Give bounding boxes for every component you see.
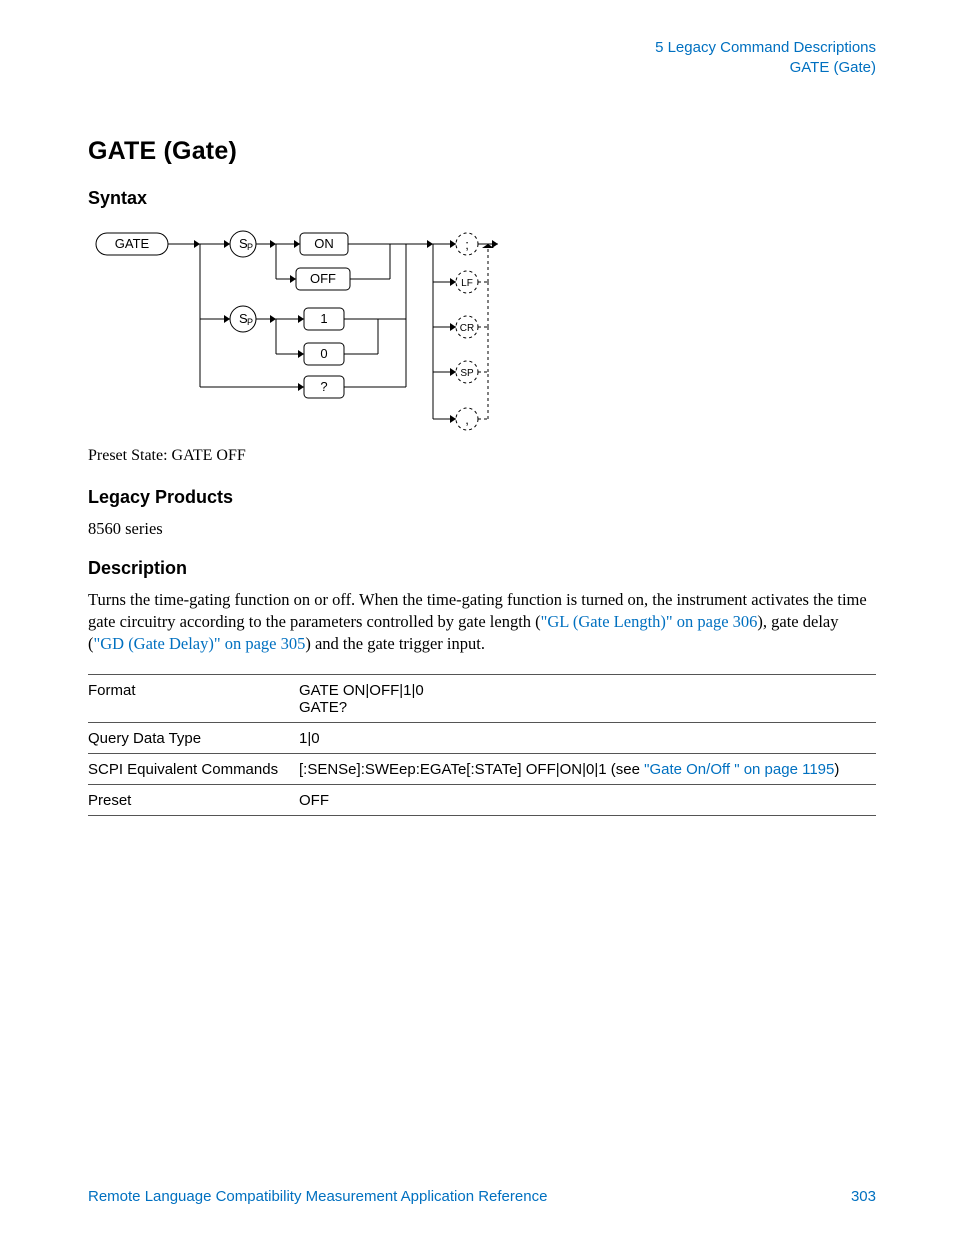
- svg-text:1: 1: [320, 311, 327, 326]
- row-label: Format: [88, 674, 299, 722]
- header-section: GATE (Gate): [88, 58, 876, 78]
- row-label: Preset: [88, 784, 299, 815]
- description-heading: Description: [88, 558, 876, 579]
- table-row: Preset OFF: [88, 784, 876, 815]
- svg-text:LF: LF: [461, 278, 473, 289]
- syntax-diagram: GATE S P ON OFF: [88, 219, 498, 439]
- svg-text:0: 0: [320, 346, 327, 361]
- link-gate-onoff[interactable]: "Gate On/Off " on page 1195: [644, 761, 834, 778]
- page-title: GATE (Gate): [88, 137, 876, 166]
- preset-state: Preset State: GATE OFF: [88, 447, 876, 465]
- legacy-heading: Legacy Products: [88, 487, 876, 508]
- row-value: 1|0: [299, 722, 876, 753]
- svg-text:?: ?: [320, 379, 327, 394]
- table-row: Format GATE ON|OFF|1|0 GATE?: [88, 674, 876, 722]
- page-footer: Remote Language Compatibility Measuremen…: [88, 1188, 876, 1205]
- svg-text:;: ;: [465, 237, 469, 252]
- desc-text-3: ) and the gate trigger input.: [305, 634, 485, 653]
- svg-text:,: ,: [465, 412, 469, 427]
- svg-text:CR: CR: [460, 323, 474, 334]
- row-value: GATE ON|OFF|1|0 GATE?: [299, 674, 876, 722]
- svg-text:ON: ON: [314, 236, 334, 251]
- link-gd-gate-delay[interactable]: "GD (Gate Delay)" on page 305: [94, 634, 306, 653]
- legacy-body: 8560 series: [88, 518, 876, 540]
- table-row: SCPI Equivalent Commands [:SENSe]:SWEep:…: [88, 753, 876, 784]
- footer-page-number: 303: [851, 1188, 876, 1205]
- page-header: 5 Legacy Command Descriptions GATE (Gate…: [88, 38, 876, 79]
- row-label: Query Data Type: [88, 722, 299, 753]
- description-body: Turns the time-gating function on or off…: [88, 589, 876, 656]
- spec-table: Format GATE ON|OFF|1|0 GATE? Query Data …: [88, 674, 876, 816]
- footer-doc-title: Remote Language Compatibility Measuremen…: [88, 1188, 547, 1205]
- link-gl-gate-length[interactable]: "GL (Gate Length)" on page 306: [541, 612, 758, 631]
- syntax-heading: Syntax: [88, 188, 876, 209]
- row-value: [:SENSe]:SWEep:EGATe[:STATe] OFF|ON|0|1 …: [299, 753, 876, 784]
- svg-text:P: P: [247, 317, 253, 327]
- svg-text:OFF: OFF: [310, 271, 336, 286]
- table-row: Query Data Type 1|0: [88, 722, 876, 753]
- header-chapter: 5 Legacy Command Descriptions: [88, 38, 876, 58]
- svg-text:P: P: [247, 242, 253, 252]
- row-value: OFF: [299, 784, 876, 815]
- svg-text:GATE: GATE: [115, 236, 150, 251]
- svg-text:SP: SP: [460, 368, 474, 379]
- row-label: SCPI Equivalent Commands: [88, 753, 299, 784]
